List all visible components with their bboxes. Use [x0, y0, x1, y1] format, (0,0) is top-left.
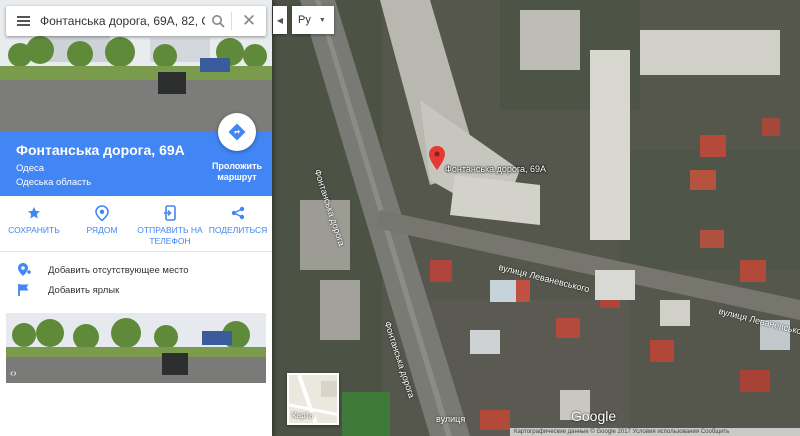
search-icon[interactable]: [205, 6, 231, 36]
search-box: ✕: [6, 6, 266, 36]
street-view-thumbnail[interactable]: ‹›: [6, 313, 266, 383]
language-value: Ру: [298, 14, 311, 26]
place-city: Одеса: [16, 163, 45, 174]
send-to-phone-icon: [164, 204, 176, 222]
menu-icon[interactable]: [6, 6, 40, 36]
map-footer[interactable]: Картографические данные © Google 2017 Ус…: [510, 428, 800, 436]
map-layer-label: Карта: [292, 411, 314, 420]
directions-icon: [228, 123, 246, 141]
place-panel: ✕ Фонтанська дорога, 69А Одеса Одеська о…: [0, 0, 272, 436]
add-place-icon: [0, 262, 48, 278]
close-icon[interactable]: ✕: [232, 6, 266, 36]
flag-icon: [0, 283, 48, 297]
action-bar: СОХРАНИТЬ РЯДОМ ОТПРАВИТЬ НА ТЕЛЕФОН ПОД…: [0, 196, 272, 252]
add-missing-place-link[interactable]: Добавить отсутствующее место: [0, 260, 272, 280]
collapse-panel-button[interactable]: ◀: [273, 6, 287, 34]
search-input[interactable]: [40, 7, 205, 35]
star-icon: [27, 204, 41, 222]
nearby-label: РЯДОМ: [86, 225, 118, 235]
street-label: вулиця: [436, 414, 466, 424]
nearby-icon: [95, 204, 109, 222]
street-view-image: [6, 313, 266, 383]
chevron-left-icon: ◀: [276, 15, 284, 25]
save-button[interactable]: СОХРАНИТЬ: [0, 196, 68, 251]
directions-label: Проложить маршрут: [211, 161, 263, 182]
pin-label: Фонтанська дорога, 69А: [445, 164, 547, 174]
directions-button[interactable]: [218, 113, 256, 151]
share-button[interactable]: ПОДЕЛИТЬСЯ: [204, 196, 272, 251]
google-logo: Google: [571, 408, 617, 424]
maps-app: Фонтанська дорога, 69А вулиця Леваневськ…: [0, 0, 800, 436]
language-selector[interactable]: Ру ▼: [292, 6, 334, 34]
chevron-down-icon: ▼: [318, 16, 326, 24]
add-label-label: Добавить ярлык: [48, 284, 120, 296]
share-label: ПОДЕЛИТЬСЯ: [208, 225, 268, 235]
street-view-arrows-icon: ‹›: [10, 368, 17, 379]
nearby-button[interactable]: РЯДОМ: [68, 196, 136, 251]
save-label: СОХРАНИТЬ: [8, 225, 60, 235]
add-missing-place-label: Добавить отсутствующее место: [48, 264, 189, 276]
place-region: Одеська область: [16, 177, 92, 188]
share-icon: [231, 204, 245, 222]
send-to-phone-button[interactable]: ОТПРАВИТЬ НА ТЕЛЕФОН: [136, 196, 204, 251]
place-title: Фонтанська дорога, 69А: [16, 142, 185, 158]
add-label-link[interactable]: Добавить ярлык: [0, 280, 272, 300]
map-layer-toggle[interactable]: Карта: [287, 373, 339, 425]
send-to-phone-label: ОТПРАВИТЬ НА ТЕЛЕФОН: [137, 225, 203, 246]
